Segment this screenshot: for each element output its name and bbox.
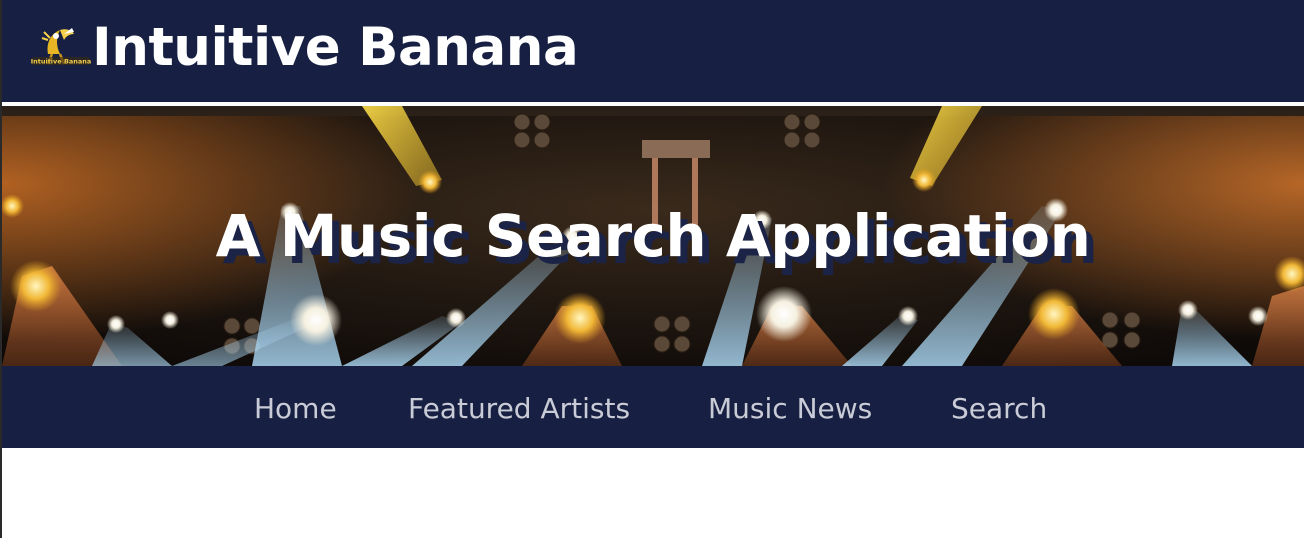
site-header: Intuitive Banana Intuitive Banana xyxy=(2,0,1304,102)
hero-banner: A Music Search Application xyxy=(2,106,1304,366)
page-frame: Intuitive Banana Intuitive Banana A Musi… xyxy=(0,0,1304,538)
nav-item-home[interactable]: Home xyxy=(254,392,337,425)
nav-item-search[interactable]: Search xyxy=(951,392,1047,425)
hero-title: A Music Search Application xyxy=(215,202,1091,270)
banana-logo-icon[interactable]: Intuitive Banana xyxy=(30,24,92,74)
nav-item-music-news[interactable]: Music News xyxy=(708,392,872,425)
main-content xyxy=(2,448,1304,538)
site-title[interactable]: Intuitive Banana xyxy=(92,17,579,78)
logo-text: Intuitive Banana xyxy=(31,58,92,66)
main-nav: Home Featured Artists Music News Search xyxy=(2,366,1304,448)
nav-item-featured-artists[interactable]: Featured Artists xyxy=(408,392,630,425)
